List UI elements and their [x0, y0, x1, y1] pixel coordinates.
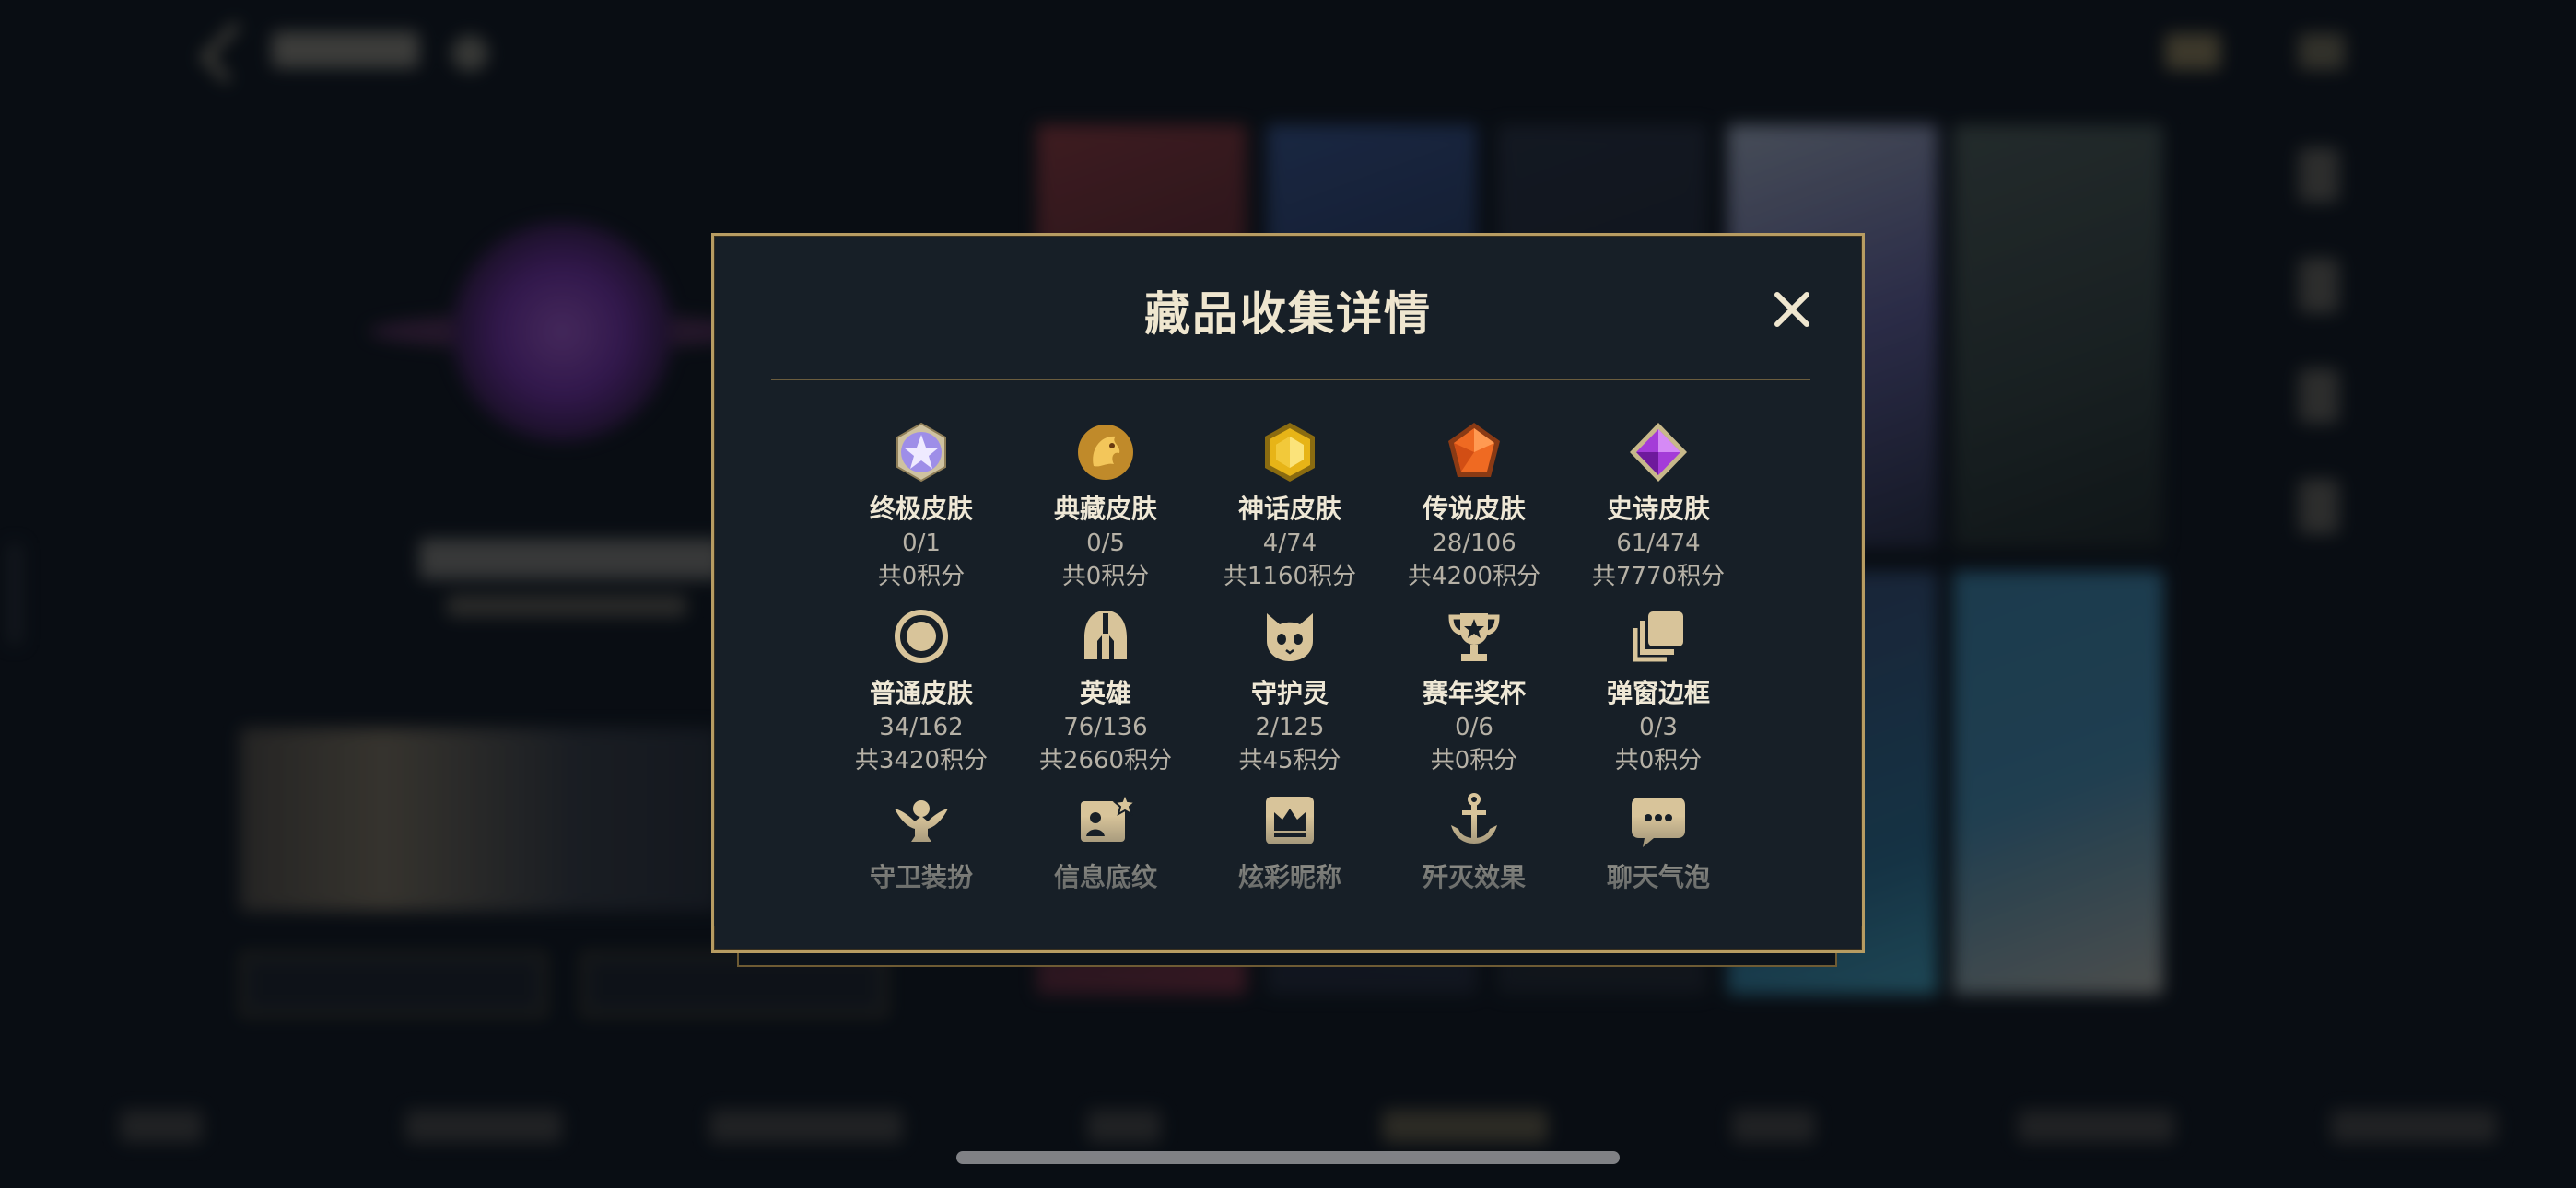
item-points: 共0积分	[877, 563, 966, 590]
item-count: 61/474	[1616, 530, 1701, 557]
item-name: 赛年奖杯	[1422, 678, 1526, 708]
item-name: 守卫装扮	[869, 862, 973, 892]
item-name: 聊天气泡	[1606, 862, 1710, 892]
item-name: 英雄	[1079, 678, 1131, 708]
item-count: 2/125	[1255, 714, 1325, 741]
item-name: 歼灭效果	[1422, 862, 1526, 892]
close-button[interactable]	[1764, 282, 1820, 337]
collection-item-champion[interactable]: 英雄 76/136 共2660积分	[1013, 604, 1198, 775]
collector-skin-icon	[1073, 420, 1138, 484]
item-name: 传说皮肤	[1422, 494, 1526, 524]
item-name: 守护灵	[1250, 678, 1329, 708]
item-name: 炫彩昵称	[1237, 862, 1341, 892]
guardian-icon	[1258, 604, 1322, 669]
collection-item-profile-banner[interactable]: 信息底纹	[1013, 788, 1198, 893]
modal-title: 藏品收集详情	[1144, 287, 1432, 341]
collection-item-epic-skin[interactable]: 史诗皮肤 61/474 共7770积分	[1566, 420, 1751, 591]
item-name: 终极皮肤	[869, 494, 973, 524]
collection-item-frame[interactable]: 弹窗边框 0/3 共0积分	[1566, 604, 1751, 775]
item-name: 史诗皮肤	[1606, 494, 1710, 524]
item-points: 共0积分	[1614, 747, 1703, 775]
item-count: 4/74	[1262, 530, 1317, 557]
item-count: 0/6	[1455, 714, 1493, 741]
collection-item-guardian[interactable]: 守护灵 2/125 共45积分	[1198, 604, 1382, 775]
collection-item-normal-skin[interactable]: 普通皮肤 34/162 共3420积分	[829, 604, 1013, 775]
collection-item-ultimate-skin[interactable]: 终极皮肤 0/1 共0积分	[829, 420, 1013, 591]
item-name: 信息底纹	[1053, 862, 1157, 892]
item-points: 共1160积分	[1223, 563, 1357, 590]
item-points: 共45积分	[1238, 747, 1341, 775]
frame-icon	[1626, 604, 1691, 669]
item-name: 神话皮肤	[1237, 494, 1341, 524]
crown-nickname-icon	[1258, 788, 1322, 853]
item-points: 共4200积分	[1407, 563, 1541, 590]
home-indicator[interactable]	[956, 1151, 1620, 1164]
epic-skin-icon	[1626, 420, 1691, 484]
collection-item-trophy[interactable]: 赛年奖杯 0/6 共0积分	[1382, 604, 1566, 775]
chat-bubble-icon	[1626, 788, 1691, 853]
item-count: 0/3	[1639, 714, 1678, 741]
ward-skin-icon	[889, 788, 954, 853]
item-points: 共2660积分	[1038, 747, 1173, 775]
profile-banner-icon	[1073, 788, 1138, 853]
collection-item-collector-skin[interactable]: 典藏皮肤 0/5 共0积分	[1013, 420, 1198, 591]
item-name: 弹窗边框	[1606, 678, 1710, 708]
item-count: 34/162	[879, 714, 964, 741]
title-divider	[771, 379, 1810, 380]
collection-item-legendary-skin[interactable]: 传说皮肤 28/106 共4200积分	[1382, 420, 1566, 591]
item-points: 共7770积分	[1591, 563, 1726, 590]
close-icon	[1774, 292, 1809, 327]
collection-item-kill-effect[interactable]: 歼灭效果	[1382, 788, 1566, 893]
item-points: 共0积分	[1061, 563, 1150, 590]
item-count: 0/5	[1086, 530, 1125, 557]
collection-item-nickname[interactable]: 炫彩昵称	[1198, 788, 1382, 893]
item-points: 共0积分	[1430, 747, 1518, 775]
collection-item-mythic-skin[interactable]: 神话皮肤 4/74 共1160积分	[1198, 420, 1382, 591]
anchor-effect-icon	[1442, 788, 1506, 853]
collection-item-chat-bubble[interactable]: 聊天气泡	[1566, 788, 1751, 893]
mythic-skin-icon	[1258, 420, 1322, 484]
item-count: 28/106	[1432, 530, 1516, 557]
item-count: 76/136	[1063, 714, 1148, 741]
item-name: 普通皮肤	[869, 678, 973, 708]
legendary-skin-icon	[1442, 420, 1506, 484]
ultimate-skin-icon	[889, 420, 954, 484]
champion-helmet-icon	[1073, 604, 1138, 669]
collection-details-modal: 藏品收集详情 终极皮肤 0/1 共0积分 典藏皮肤 0/5 共0积分 神话皮肤 …	[711, 233, 1865, 953]
collection-item-ward-skin[interactable]: 守卫装扮	[829, 788, 1013, 893]
item-count: 0/1	[902, 530, 941, 557]
normal-skin-icon	[889, 604, 954, 669]
collection-grid[interactable]: 终极皮肤 0/1 共0积分 典藏皮肤 0/5 共0积分 神话皮肤 4/74 共1…	[714, 411, 1862, 926]
item-points: 共3420积分	[854, 747, 989, 775]
item-name: 典藏皮肤	[1053, 494, 1157, 524]
trophy-icon	[1442, 604, 1506, 669]
